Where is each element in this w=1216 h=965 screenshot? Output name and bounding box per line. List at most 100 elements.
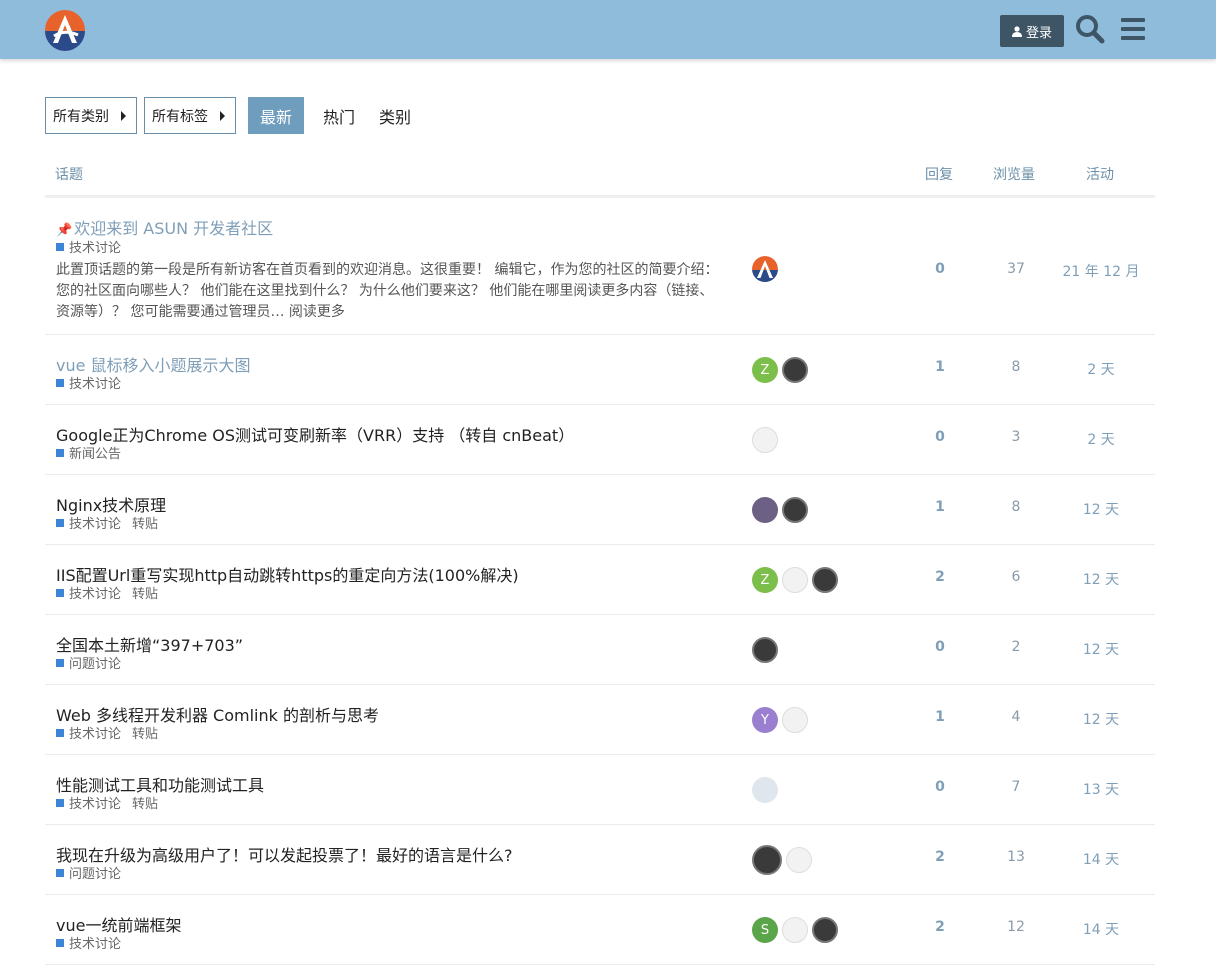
- avatar[interactable]: [752, 256, 778, 282]
- tags-dropdown[interactable]: 所有标签: [144, 97, 236, 134]
- view-count: 8: [1011, 359, 1021, 375]
- topic-row: 性能测试工具和功能测试工具 技术讨论 转贴 0 7 13 天: [45, 755, 1155, 825]
- category-badge[interactable]: 问题讨论: [56, 653, 121, 672]
- topic-row: IIS配置Url重写实现http自动跳转https的重定向方法(100%解决) …: [45, 545, 1155, 615]
- login-button[interactable]: 登录: [1000, 15, 1064, 47]
- topic-row: vue一统前端框架 技术讨论 S 2 12 14 天: [45, 895, 1155, 965]
- avatar[interactable]: [752, 777, 778, 803]
- tag-link[interactable]: 转贴: [132, 513, 158, 532]
- category-badge[interactable]: 技术讨论: [56, 237, 121, 256]
- category-label[interactable]: 技术讨论: [69, 237, 121, 256]
- avatar[interactable]: Z: [752, 567, 778, 593]
- avatar[interactable]: [786, 847, 812, 873]
- category-badge[interactable]: 问题讨论: [56, 863, 121, 882]
- category-label[interactable]: 技术讨论: [69, 373, 121, 392]
- topic-posters: [752, 427, 778, 453]
- site-logo[interactable]: [44, 9, 86, 51]
- activity-time[interactable]: 2 天: [1061, 359, 1141, 379]
- activity-time[interactable]: 14 天: [1061, 919, 1141, 939]
- avatar[interactable]: [782, 497, 808, 523]
- avatar[interactable]: S: [752, 917, 778, 943]
- topic-title[interactable]: 📌 欢迎来到 ASUN 开发者社区: [56, 215, 273, 239]
- avatar[interactable]: [752, 497, 778, 523]
- avatar[interactable]: [812, 917, 838, 943]
- tag-link[interactable]: 转贴: [132, 583, 158, 602]
- reply-count[interactable]: 0: [910, 779, 970, 795]
- activity-time[interactable]: 12 天: [1061, 709, 1141, 729]
- category-label[interactable]: 问题讨论: [69, 653, 121, 672]
- categories-dropdown[interactable]: 所有类别: [45, 97, 137, 134]
- topic-posters: [752, 497, 808, 523]
- category-label[interactable]: 技术讨论: [69, 793, 121, 812]
- category-label[interactable]: 技术讨论: [69, 583, 121, 602]
- activity-time[interactable]: 14 天: [1061, 849, 1141, 869]
- read-more-link[interactable]: 阅读更多: [289, 304, 345, 320]
- view-count: 3: [1011, 429, 1021, 445]
- avatar[interactable]: [752, 427, 778, 453]
- tag-link[interactable]: 转贴: [132, 793, 158, 812]
- topic-row: 全国本土新增“397+703” 问题讨论 0 2 12 天: [45, 615, 1155, 685]
- avatar[interactable]: [812, 567, 838, 593]
- avatar[interactable]: [782, 357, 808, 383]
- category-badge[interactable]: 技术讨论: [56, 373, 121, 392]
- reply-count[interactable]: 2: [910, 919, 970, 935]
- topic-category: 问题讨论: [56, 653, 121, 672]
- avatar[interactable]: Y: [752, 707, 778, 733]
- reply-count[interactable]: 0: [910, 429, 970, 445]
- view-count: 6: [1011, 569, 1021, 585]
- category-label[interactable]: 技术讨论: [69, 723, 121, 742]
- view-count: 4: [1011, 709, 1021, 725]
- category-badge[interactable]: 技术讨论: [56, 723, 121, 742]
- category-badge[interactable]: 技术讨论: [56, 513, 121, 532]
- category-label[interactable]: 问题讨论: [69, 863, 121, 882]
- tab-categories[interactable]: 类别: [367, 97, 423, 134]
- activity-time[interactable]: 12 天: [1061, 569, 1141, 589]
- topic-posters: [752, 256, 778, 282]
- topic-title[interactable]: 我现在升级为高级用户了！可以发起投票了！最好的语言是什么?: [56, 842, 513, 866]
- reply-count[interactable]: 1: [910, 499, 970, 515]
- header-replies[interactable]: 回复: [925, 164, 953, 184]
- activity-time[interactable]: 12 天: [1061, 499, 1141, 519]
- avatar[interactable]: [752, 845, 782, 875]
- avatar[interactable]: [752, 637, 778, 663]
- hamburger-menu-icon[interactable]: [1120, 15, 1146, 43]
- tag-link[interactable]: 转贴: [132, 723, 158, 742]
- category-badge[interactable]: 新闻公告: [56, 443, 121, 462]
- category-label[interactable]: 技术讨论: [69, 933, 121, 952]
- header-views[interactable]: 浏览量: [993, 164, 1035, 184]
- topic-row: Google正为Chrome OS测试可变刷新率（VRR）支持 （转自 cnBe…: [45, 405, 1155, 475]
- reply-count[interactable]: 0: [910, 261, 970, 277]
- topic-row: vue 鼠标移入小题展示大图 技术讨论 Z 1 8 2 天: [45, 335, 1155, 405]
- topic-posters: [752, 637, 778, 663]
- topic-title[interactable]: Google正为Chrome OS测试可变刷新率（VRR）支持 （转自 cnBe…: [56, 422, 574, 446]
- reply-count[interactable]: 1: [910, 359, 970, 375]
- reply-count[interactable]: 1: [910, 709, 970, 725]
- topic-posters: S: [752, 917, 838, 943]
- avatar[interactable]: [782, 567, 808, 593]
- category-label[interactable]: 技术讨论: [69, 513, 121, 532]
- topic-category: 新闻公告: [56, 443, 121, 462]
- topic-title-text[interactable]: 欢迎来到 ASUN 开发者社区: [74, 219, 273, 238]
- header-topic: 话题: [55, 167, 83, 183]
- activity-time[interactable]: 13 天: [1061, 779, 1141, 799]
- activity-time[interactable]: 2 天: [1061, 429, 1141, 449]
- reply-count[interactable]: 2: [910, 569, 970, 585]
- tab-latest[interactable]: 最新: [248, 97, 305, 134]
- excerpt-text: 此置顶话题的第一段是所有新访客在首页看到的欢迎消息。这很重要！ 编辑它，作为您的…: [56, 262, 719, 320]
- search-icon[interactable]: [1075, 14, 1105, 44]
- tab-top[interactable]: 热门: [311, 97, 367, 134]
- topic-category: 技术讨论: [56, 373, 121, 392]
- activity-time[interactable]: 12 天: [1061, 639, 1141, 659]
- avatar[interactable]: [782, 917, 808, 943]
- category-badge[interactable]: 技术讨论: [56, 933, 121, 952]
- avatar[interactable]: Z: [752, 357, 778, 383]
- category-badge[interactable]: 技术讨论: [56, 583, 121, 602]
- reply-count[interactable]: 2: [910, 849, 970, 865]
- category-badge[interactable]: 技术讨论: [56, 793, 121, 812]
- category-label[interactable]: 新闻公告: [69, 443, 121, 462]
- header-activity[interactable]: 活动: [1086, 164, 1114, 184]
- topic-row: Nginx技术原理 技术讨论 转贴 1 8 12 天: [45, 475, 1155, 545]
- avatar[interactable]: [782, 707, 808, 733]
- activity-time[interactable]: 21 年 12 月: [1061, 261, 1141, 281]
- reply-count[interactable]: 0: [910, 639, 970, 655]
